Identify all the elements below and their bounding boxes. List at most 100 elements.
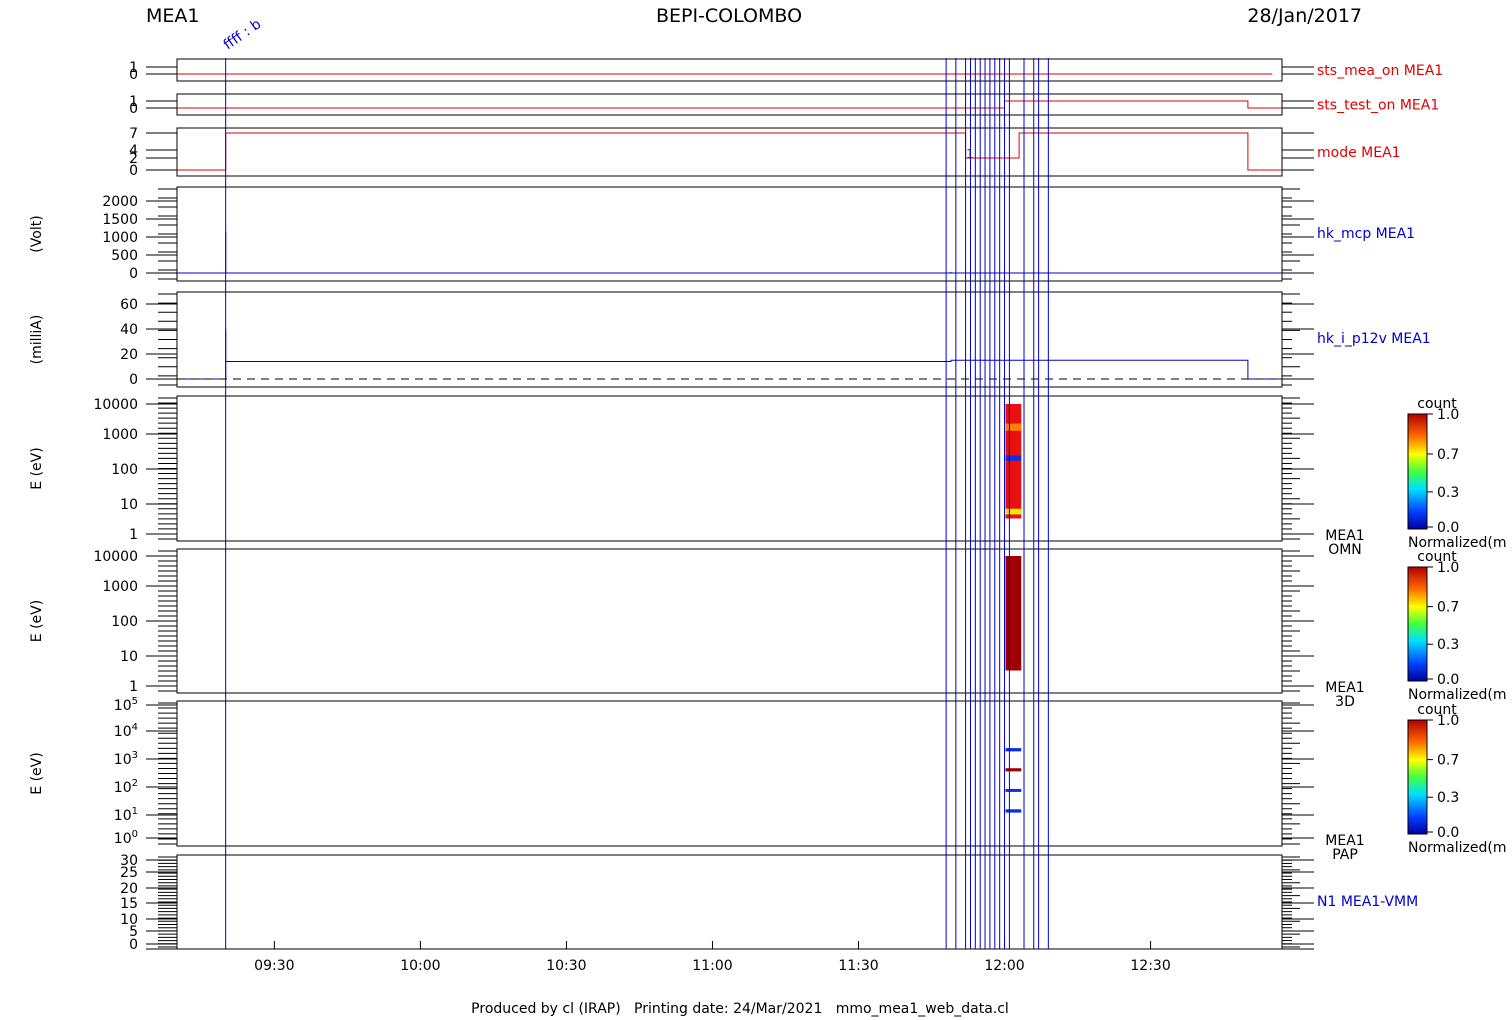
colorbar-tick-label: 0.7	[1437, 600, 1459, 616]
y-axis-label: E (eV)	[29, 752, 45, 794]
series-label: mode MEA1	[1317, 145, 1401, 161]
panel-frame	[176, 700, 1283, 847]
x-tick-label: 12:00	[984, 958, 1024, 974]
colorbar: count1.00.70.30.0Normalized(m	[1407, 396, 1507, 551]
y-tick-label: 0	[129, 372, 138, 388]
heatmap-cell	[1005, 404, 1022, 519]
x-tick-label: 11:00	[692, 958, 732, 974]
panel-pap: 105104103102101100E (eV)MEA1PAP	[29, 696, 1365, 863]
x-tick-label: 10:30	[546, 958, 586, 974]
header-mission: BEPI-COLOMBO	[656, 5, 802, 27]
y-tick-label: 500	[111, 248, 138, 264]
panel-vmm: 302520151050N1 MEA1-VMM	[120, 853, 1418, 953]
y-axis-label: (Volt)	[29, 215, 45, 252]
colorbar: count1.00.70.30.0Normalized(m	[1407, 549, 1507, 703]
panel-3d: 100001000100101E (eV)MEA13D	[29, 548, 1365, 710]
series-label: sts_test_on MEA1	[1317, 98, 1439, 114]
y-tick-label: 2000	[102, 194, 138, 210]
header-date: 28/Jan/2017	[1247, 5, 1362, 27]
y-tick-label: 102	[114, 778, 138, 796]
y-tick-label: 105	[114, 696, 138, 714]
y-tick-label: 7	[129, 126, 138, 142]
panel-frame	[176, 291, 1283, 388]
panel-hk_mcp: 2000 1500 1000 500 0 (Volt) hk_mcp MEA1	[29, 186, 1415, 282]
y-tick-label: 1000	[102, 427, 138, 443]
y-tick-label: 20	[120, 347, 138, 363]
y-tick-label: 15	[120, 896, 138, 912]
panel-frame	[176, 58, 1283, 82]
colorbar-tick-label: 0.0	[1437, 825, 1459, 841]
series-label: sts_mea_on MEA1	[1317, 63, 1443, 79]
y-tick-label: 100	[111, 462, 138, 478]
colorbar: count1.00.70.30.0Normalized(m	[1407, 702, 1507, 856]
panel-sts_test_on: 10 sts_test_on MEA1	[129, 93, 1439, 117]
y-tick-label: 40	[120, 322, 138, 338]
panel-omn: 100001000100101E (eV)MEA1OMN	[29, 395, 1365, 558]
y-tick-label: 1500	[102, 212, 138, 228]
header-instrument: MEA1	[146, 5, 199, 27]
heatmap-cell	[1005, 809, 1022, 813]
y-tick-label: 0	[129, 266, 138, 282]
y-tick-label: 103	[114, 750, 138, 768]
y-axis-label: E (eV)	[29, 600, 45, 642]
y-tick-label: 10000	[93, 549, 138, 565]
y-tick-label: 1000	[102, 230, 138, 246]
heatmap-cell	[1005, 508, 1022, 515]
panel-frame	[176, 127, 1283, 177]
heatmap-cell	[1005, 788, 1022, 792]
colorbar-tick-label: 0.3	[1437, 637, 1459, 653]
colorbar-tick-label: 1.0	[1437, 713, 1459, 729]
y-axis-label: E (eV)	[29, 447, 45, 489]
heatmap-cell	[1005, 556, 1022, 671]
y-axis-label: (milliA)	[29, 315, 45, 365]
series-sublabel: OMN	[1328, 542, 1362, 558]
footer-credit: Produced by cl (IRAP) Printing date: 24/…	[471, 1001, 1009, 1017]
y-tick-label: 1	[129, 527, 138, 543]
y-tick-label: 100	[111, 614, 138, 630]
y-tick-label: 0	[129, 101, 138, 117]
colorbar-gradient	[1407, 719, 1428, 835]
y-tick-label: 0	[129, 163, 138, 179]
x-tick-label: 11:30	[838, 958, 878, 974]
series-line	[177, 132, 1282, 171]
colorbar-tick-label: 0.3	[1437, 790, 1459, 806]
x-tick-label: 12:30	[1130, 958, 1170, 974]
y-tick-label: 20	[120, 881, 138, 897]
colorbar-caption: Normalized(m	[1408, 687, 1507, 703]
panel-frame	[176, 186, 1283, 282]
colorbar-tick-label: 1.0	[1437, 560, 1459, 576]
y-tick-label: 25	[120, 865, 138, 881]
colorbar-tick-label: 0.3	[1437, 485, 1459, 501]
y-tick-label: 1	[129, 679, 138, 695]
panel-frame	[176, 548, 1283, 694]
heatmap-cell	[1005, 423, 1022, 431]
series-line	[177, 329, 1282, 380]
colorbar-tick-label: 0.7	[1437, 447, 1459, 463]
y-tick-label: 100	[114, 829, 138, 847]
panel-hk_i_p12v: 60 40 20 0 (milliA) hk_i_p12v MEA1	[29, 291, 1431, 388]
panel-frame	[176, 395, 1283, 542]
y-tick-label: 60	[120, 297, 138, 313]
bepi-colombo-mea1-plot: MEA1 BEPI-COLOMBO 28/Jan/2017 10 sts_mea_…	[29, 5, 1507, 1017]
series-sublabel: PAP	[1332, 847, 1358, 863]
colorbar-tick-label: 1.0	[1437, 407, 1459, 423]
time-axis: 09:30 10:00 10:30 11:00 11:30 12:00 12:30	[146, 941, 1314, 974]
colorbar-tick-label: 0.7	[1437, 753, 1459, 769]
y-tick-label: 10000	[93, 397, 138, 413]
event-label: ffff : b	[221, 16, 265, 53]
event-lines-group: ffff : b	[221, 16, 1049, 949]
colorbars-group: count1.00.70.30.0Normalized(mcount1.00.7…	[1407, 396, 1507, 856]
series-line	[177, 100, 1282, 109]
series-label: hk_mcp MEA1	[1317, 226, 1415, 242]
y-tick-label: 1000	[102, 579, 138, 595]
x-tick-label: 09:30	[254, 958, 294, 974]
y-tick-label: 0	[129, 67, 138, 83]
y-tick-label: 104	[114, 722, 138, 740]
y-tick-label: 0	[129, 937, 138, 953]
panel-frame	[176, 93, 1283, 116]
heatmap-cell	[1005, 768, 1022, 772]
y-tick-label: 10	[120, 649, 138, 665]
panel-mode: 7420mode MEA11	[129, 126, 1400, 179]
heatmap-cell	[1005, 748, 1022, 752]
panel-frame	[176, 854, 1283, 950]
